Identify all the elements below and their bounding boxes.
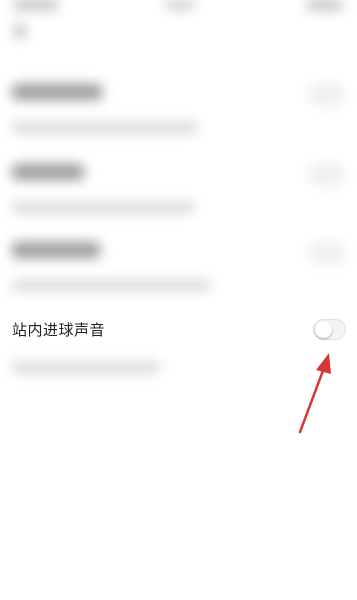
blurred-setting-description <box>12 122 198 133</box>
blurred-toggle[interactable] <box>309 164 345 186</box>
status-bar-time <box>14 0 58 10</box>
status-bar <box>0 0 357 18</box>
blurred-toggle[interactable] <box>309 242 345 264</box>
blurred-setting-title <box>12 164 84 180</box>
goal-sound-toggle[interactable] <box>313 319 346 340</box>
blurred-setting-description-below <box>0 352 357 382</box>
back-arrow-icon[interactable] <box>14 24 26 38</box>
setting-row-goal-sound: 站内进球声音 <box>0 312 357 348</box>
blurred-setting-description <box>12 280 210 291</box>
status-bar-center <box>165 0 195 10</box>
blurred-toggle[interactable] <box>309 84 345 106</box>
blurred-setting-description <box>12 202 194 213</box>
blurred-setting-description <box>12 362 160 373</box>
blurred-setting-title <box>12 84 102 100</box>
setting-label: 站内进球声音 <box>12 321 106 339</box>
toggle-knob <box>315 321 332 338</box>
blurred-setting-title <box>12 242 100 258</box>
blurred-settings-region <box>0 0 357 300</box>
status-bar-battery-icon <box>307 0 343 10</box>
